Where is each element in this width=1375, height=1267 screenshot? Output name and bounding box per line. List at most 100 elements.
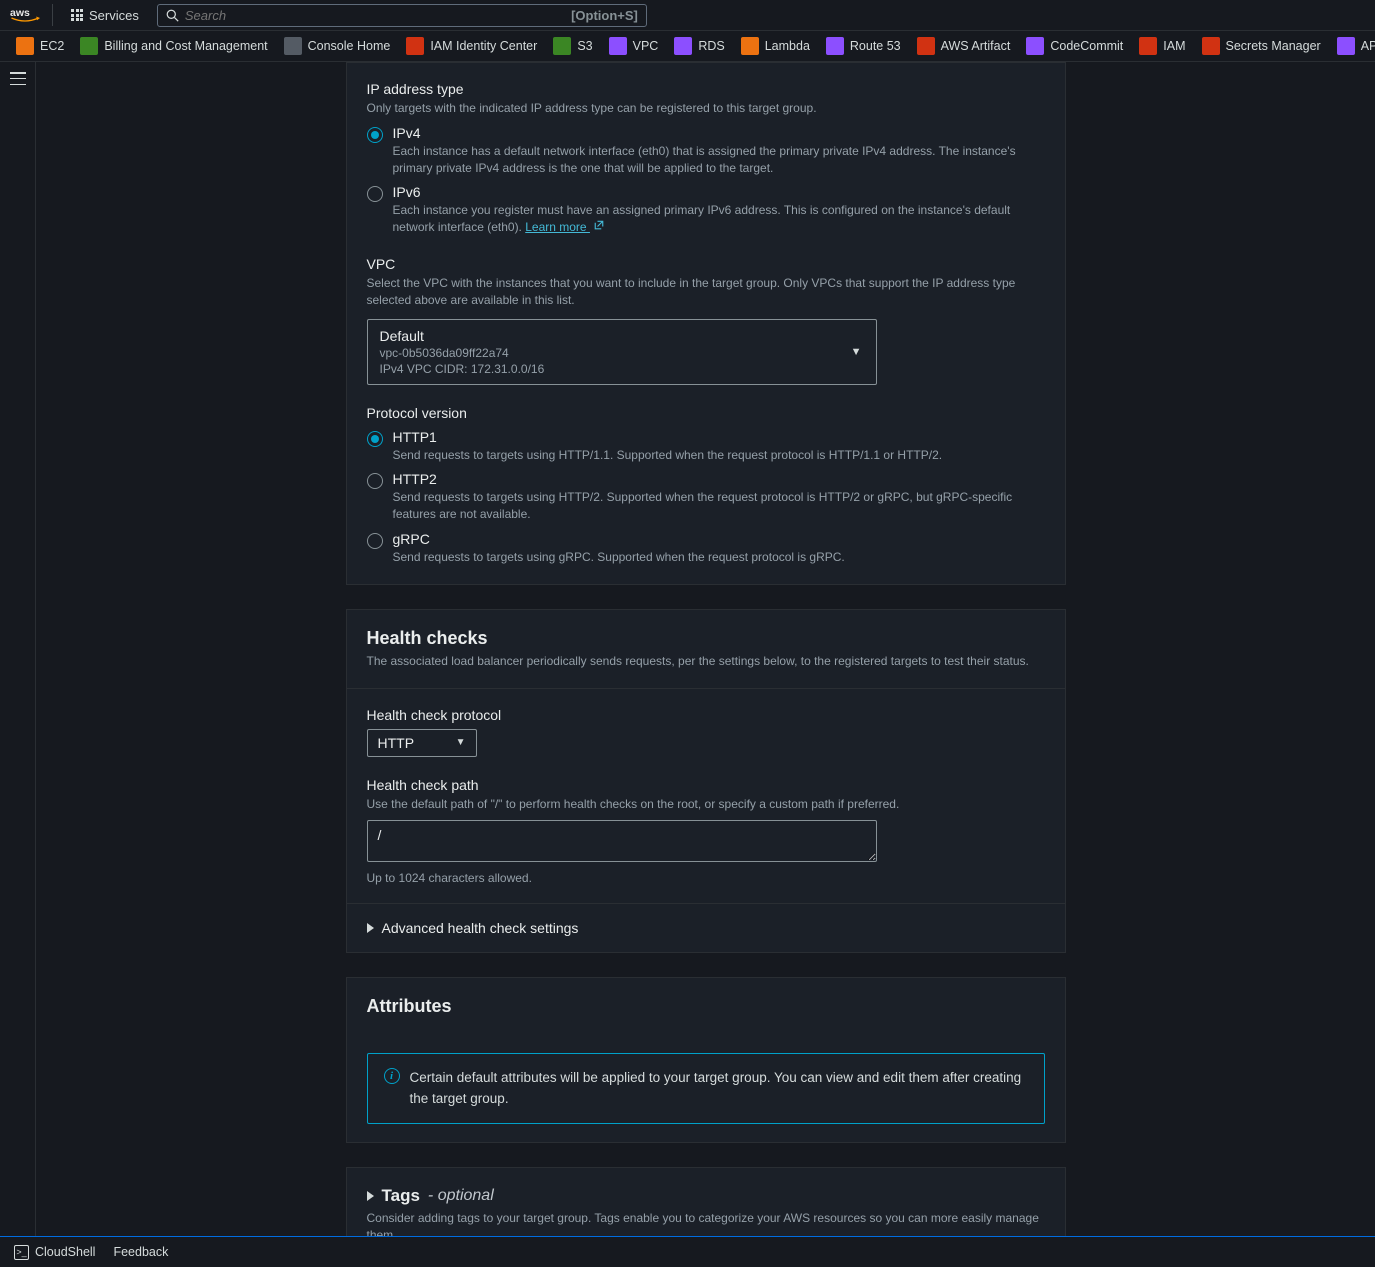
radio-button[interactable]: [367, 431, 383, 447]
service-shortcut[interactable]: RDS: [668, 35, 730, 57]
service-icon: [1139, 37, 1157, 55]
service-icon: [1337, 37, 1355, 55]
caret-down-icon: ▼: [456, 737, 466, 748]
ip-type-label: IP address type: [367, 81, 1045, 97]
health-path-input[interactable]: [367, 820, 877, 862]
top-nav: aws Services [Option+S]: [0, 0, 1375, 31]
health-checks-title: Health checks: [367, 628, 1045, 649]
search-input[interactable]: [185, 8, 565, 23]
radio-option[interactable]: IPv4 Each instance has a default network…: [367, 125, 1045, 177]
service-icon: [741, 37, 759, 55]
service-shortcut[interactable]: Lambda: [735, 35, 816, 57]
service-label: CodeCommit: [1050, 39, 1123, 53]
health-protocol-select[interactable]: HTTP ▼: [367, 729, 477, 757]
feedback-button[interactable]: Feedback: [113, 1245, 168, 1259]
radio-label: IPv6: [393, 184, 1045, 200]
radio-button[interactable]: [367, 127, 383, 143]
health-checks-subtitle: The associated load balancer periodicall…: [367, 653, 1045, 670]
vpc-hint: Select the VPC with the instances that y…: [367, 275, 1045, 309]
grid-icon: [71, 9, 83, 21]
service-shortcut[interactable]: CodeCommit: [1020, 35, 1129, 57]
service-icon: [1202, 37, 1220, 55]
advanced-health-toggle[interactable]: Advanced health check settings: [347, 903, 1065, 952]
service-label: IAM Identity Center: [430, 39, 537, 53]
radio-label: HTTP2: [393, 471, 1045, 487]
radio-option[interactable]: HTTP2 Send requests to targets using HTT…: [367, 471, 1045, 523]
service-label: Route 53: [850, 39, 901, 53]
cloudshell-button[interactable]: >_ CloudShell: [14, 1245, 95, 1260]
external-link-icon: [593, 219, 605, 231]
caret-right-icon: [367, 923, 374, 933]
feedback-label: Feedback: [113, 1245, 168, 1259]
service-shortcut[interactable]: Billing and Cost Management: [74, 35, 273, 57]
health-protocol-value: HTTP: [378, 735, 415, 751]
protocol-version-field: Protocol version HTTP1 Send requests to …: [367, 405, 1045, 566]
proto-version-label: Protocol version: [367, 405, 1045, 421]
sidebar-collapsed: [0, 62, 36, 1236]
service-icon: [406, 37, 424, 55]
service-favorites-bar: EC2 Billing and Cost Management Console Ho…: [0, 31, 1375, 62]
service-shortcut[interactable]: Route 53: [820, 35, 907, 57]
health-protocol-label: Health check protocol: [367, 707, 1045, 723]
service-shortcut[interactable]: AWS Artifact: [911, 35, 1017, 57]
attributes-panel: Attributes i Certain default attributes …: [346, 977, 1066, 1143]
attributes-info-box: i Certain default attributes will be app…: [367, 1053, 1045, 1124]
radio-description: Each instance you register must have an …: [393, 202, 1045, 236]
service-icon: [609, 37, 627, 55]
service-icon: [553, 37, 571, 55]
service-label: Billing and Cost Management: [104, 39, 267, 53]
search-box[interactable]: [Option+S]: [157, 4, 647, 27]
services-label: Services: [89, 8, 139, 23]
service-shortcut[interactable]: EC2: [10, 35, 70, 57]
sidebar-toggle-icon[interactable]: [10, 72, 26, 85]
service-shortcut[interactable]: VPC: [603, 35, 665, 57]
radio-button[interactable]: [367, 533, 383, 549]
service-shortcut[interactable]: Secrets Manager: [1196, 35, 1327, 57]
radio-description: Send requests to targets using HTTP/1.1.…: [393, 447, 1045, 464]
health-protocol-field: Health check protocol HTTP ▼: [367, 707, 1045, 757]
radio-label: IPv4: [393, 125, 1045, 141]
service-label: Secrets Manager: [1226, 39, 1321, 53]
service-shortcut[interactable]: S3: [547, 35, 598, 57]
learn-more-link[interactable]: Learn more: [525, 220, 605, 234]
aws-logo[interactable]: aws: [10, 4, 53, 26]
radio-button[interactable]: [367, 186, 383, 202]
radio-description: Send requests to targets using gRPC. Sup…: [393, 549, 1045, 566]
service-icon: [16, 37, 34, 55]
service-shortcut[interactable]: Console Home: [278, 35, 397, 57]
radio-option[interactable]: HTTP1 Send requests to targets using HTT…: [367, 429, 1045, 464]
vpc-label: VPC: [367, 256, 1045, 272]
service-label: S3: [577, 39, 592, 53]
caret-right-icon: [367, 1191, 374, 1201]
radio-label: HTTP1: [393, 429, 1045, 445]
service-icon: [826, 37, 844, 55]
radio-option[interactable]: IPv6 Each instance you register must hav…: [367, 184, 1045, 236]
services-button[interactable]: Services: [63, 8, 147, 23]
service-label: Console Home: [308, 39, 391, 53]
ip-address-type-field: IP address type Only targets with the in…: [367, 81, 1045, 236]
service-label: Lambda: [765, 39, 810, 53]
service-shortcut[interactable]: IAM Identity Center: [400, 35, 543, 57]
search-shortcut: [Option+S]: [571, 8, 638, 23]
service-icon: [1026, 37, 1044, 55]
cloudshell-icon: >_: [14, 1245, 29, 1260]
tags-toggle[interactable]: Tags - optional: [367, 1186, 1045, 1206]
radio-option[interactable]: gRPC Send requests to targets using gRPC…: [367, 531, 1045, 566]
caret-down-icon: ▼: [851, 346, 862, 358]
tags-optional-label: - optional: [428, 1187, 494, 1205]
cloudshell-label: CloudShell: [35, 1245, 95, 1259]
health-path-hint: Use the default path of "/" to perform h…: [367, 796, 1045, 813]
tags-panel: Tags - optional Consider adding tags to …: [346, 1167, 1066, 1236]
radio-button[interactable]: [367, 473, 383, 489]
attributes-info-text: Certain default attributes will be appli…: [410, 1068, 1028, 1109]
service-label: EC2: [40, 39, 64, 53]
info-icon: i: [384, 1068, 400, 1084]
vpc-selected-id: vpc-0b5036da09ff22a74: [380, 346, 864, 360]
service-shortcut[interactable]: API Gateway: [1331, 35, 1375, 57]
service-shortcut[interactable]: IAM: [1133, 35, 1191, 57]
vpc-select[interactable]: Default vpc-0b5036da09ff22a74 IPv4 VPC C…: [367, 319, 877, 385]
advanced-health-label: Advanced health check settings: [382, 920, 579, 936]
search-icon: [166, 9, 179, 22]
health-path-label: Health check path: [367, 777, 1045, 793]
service-label: AWS Artifact: [941, 39, 1011, 53]
